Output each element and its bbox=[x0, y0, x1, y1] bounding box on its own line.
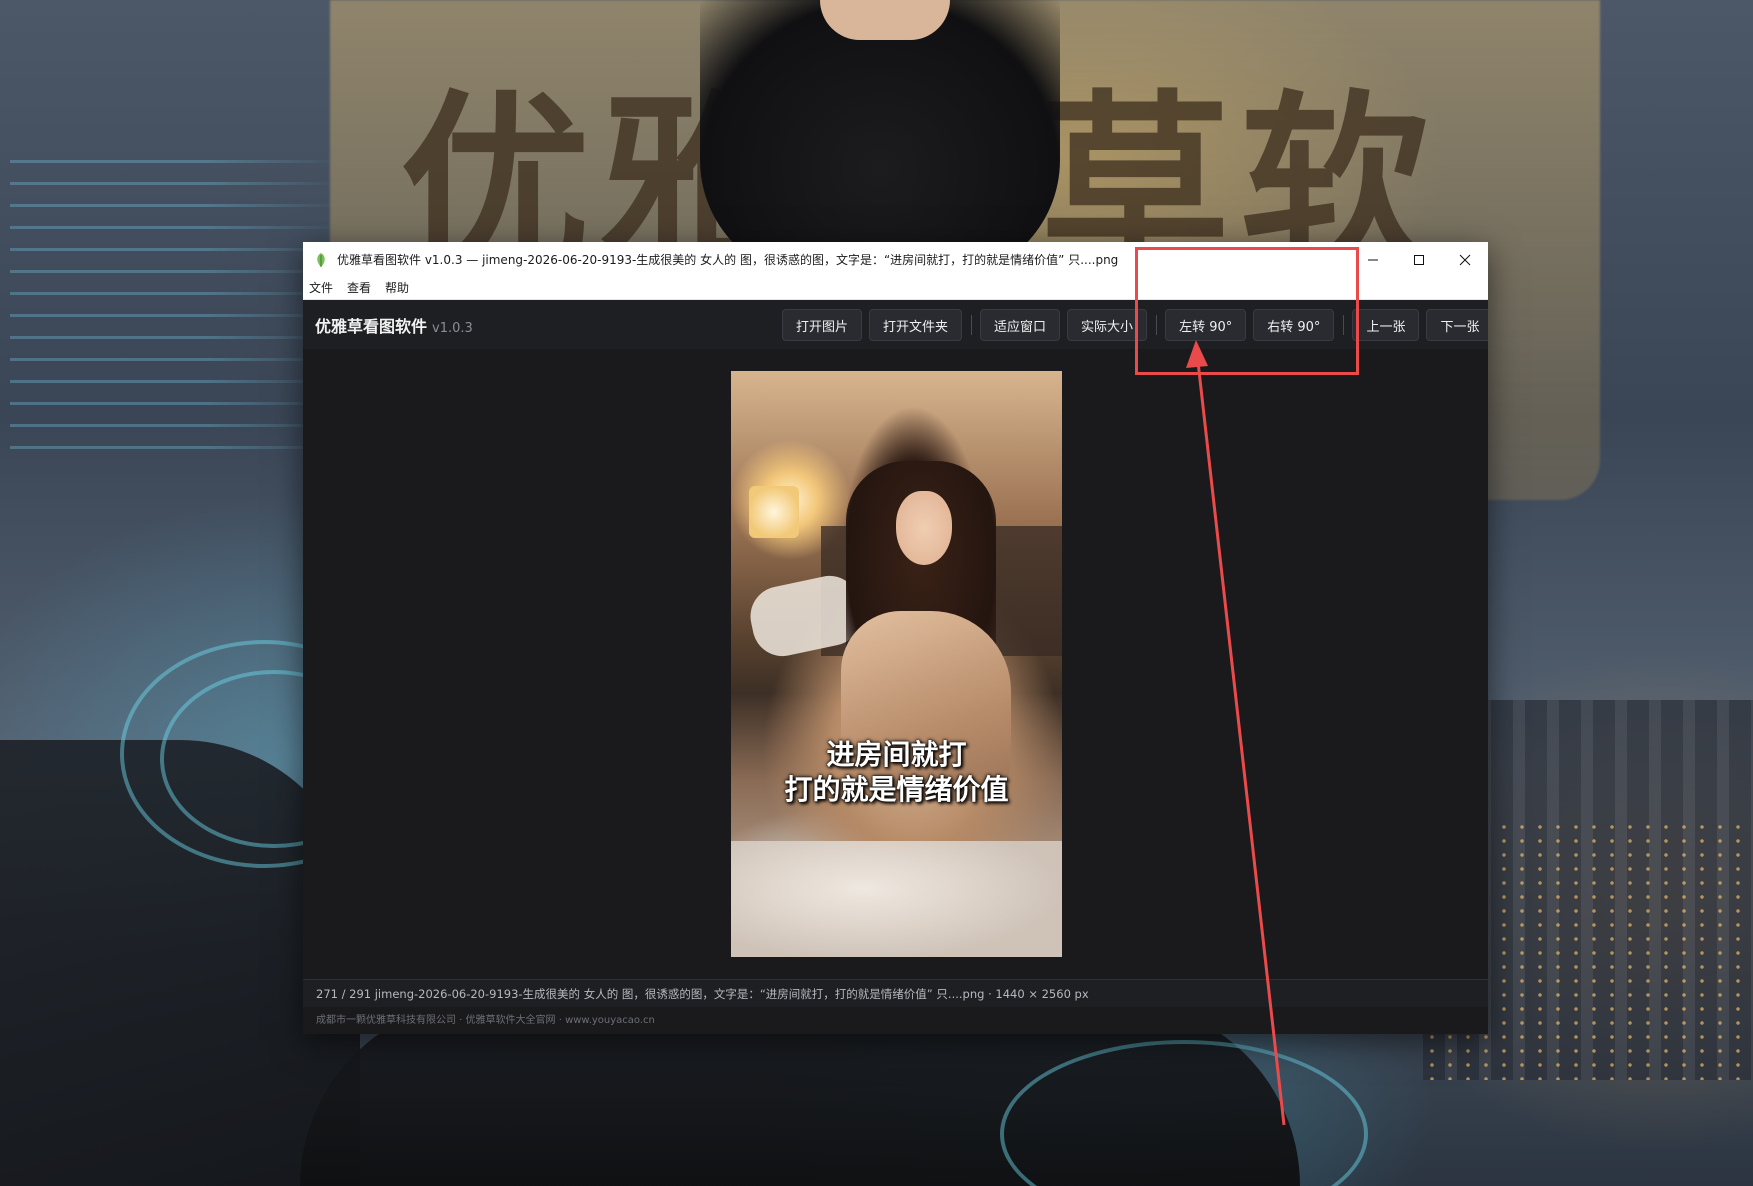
annotation-arrow bbox=[1186, 340, 1286, 1126]
